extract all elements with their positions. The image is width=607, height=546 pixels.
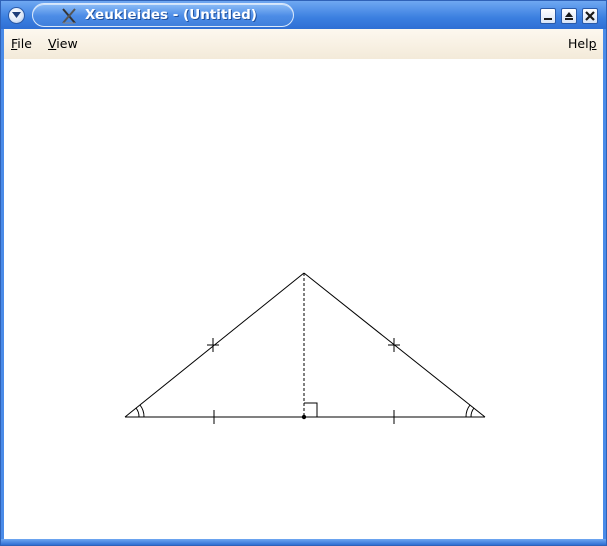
menu-help[interactable]: Help bbox=[568, 36, 597, 51]
title-bar[interactable]: Xeukleides - (Untitled) bbox=[1, 1, 606, 29]
drawing-canvas[interactable] bbox=[4, 59, 603, 539]
window-bottom-border bbox=[1, 539, 606, 545]
window-title: Xeukleides - (Untitled) bbox=[85, 7, 257, 23]
menu-file[interactable]: File bbox=[11, 36, 32, 51]
angle-arc-right-inner bbox=[470, 407, 475, 418]
angle-arc-left-inner bbox=[135, 407, 140, 418]
minimize-button[interactable] bbox=[540, 8, 556, 24]
menu-bar: File View Help bbox=[4, 29, 603, 59]
menu-help-label: Hel bbox=[568, 36, 589, 51]
minimize-icon bbox=[544, 18, 552, 20]
menu-file-label: ile bbox=[17, 36, 32, 51]
client-area: File View Help bbox=[4, 29, 603, 539]
close-icon bbox=[585, 11, 595, 21]
title-pill: Xeukleides - (Untitled) bbox=[32, 3, 294, 27]
geometry-figure bbox=[124, 272, 486, 424]
menu-view-label: iew bbox=[56, 36, 78, 51]
angle-arc-left-outer bbox=[139, 404, 145, 418]
menu-help-mnemonic: p bbox=[588, 36, 597, 51]
window-menu-button[interactable] bbox=[8, 7, 25, 24]
maximize-button[interactable] bbox=[561, 8, 577, 24]
altitude-foot-point bbox=[301, 414, 307, 420]
menu-view[interactable]: View bbox=[48, 36, 78, 51]
app-window: Xeukleides - (Untitled) File View Help bbox=[0, 0, 607, 546]
angle-arc-right-outer bbox=[465, 404, 471, 418]
right-angle-mark bbox=[304, 402, 318, 417]
maximize-icon bbox=[565, 12, 573, 20]
chevron-down-icon bbox=[12, 12, 21, 18]
close-button[interactable] bbox=[582, 8, 598, 24]
xeukleides-app-icon bbox=[62, 8, 76, 24]
